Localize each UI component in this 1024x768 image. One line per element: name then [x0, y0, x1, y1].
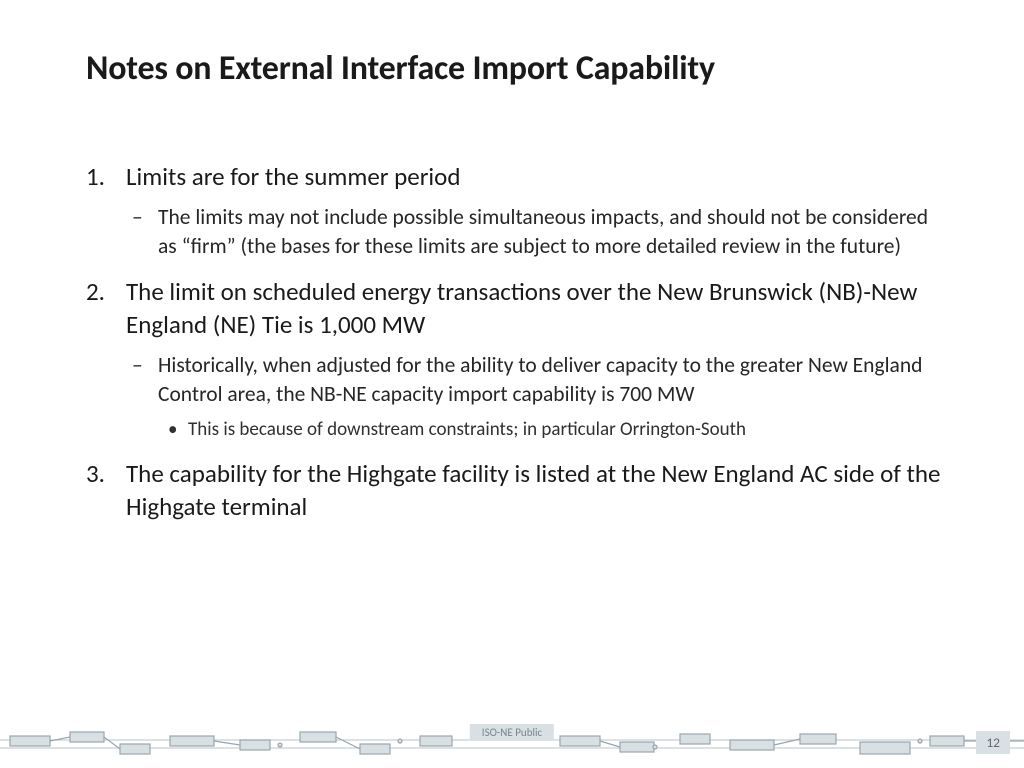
list-item-text: Historically, when adjusted for the abil…	[158, 352, 922, 407]
slide-content: Limits are for the summer period The lim…	[86, 160, 944, 537]
numbered-list: Limits are for the summer period The lim…	[86, 160, 944, 523]
list-item-text: This is because of downstream constraint…	[188, 418, 746, 441]
bullet-list: This is because of downstream constraint…	[158, 417, 944, 443]
list-item-text: The limits may not include possible simu…	[158, 204, 928, 259]
dash-list: The limits may not include possible simu…	[126, 203, 944, 261]
list-item: Limits are for the summer period The lim…	[86, 160, 944, 261]
list-item-text: The limit on scheduled energy transactio…	[126, 276, 917, 340]
list-item-text: The capability for the Highgate facility…	[126, 458, 940, 522]
dash-list: Historically, when adjusted for the abil…	[126, 351, 944, 443]
list-item: The limit on scheduled energy transactio…	[86, 275, 944, 443]
slide: Notes on External Interface Import Capab…	[0, 0, 1024, 768]
page-number: 12	[976, 731, 1010, 754]
footer-label: ISO-NE Public	[470, 724, 554, 741]
list-item: Historically, when adjusted for the abil…	[126, 351, 944, 443]
list-item: The limits may not include possible simu…	[126, 203, 944, 261]
list-item: The capability for the Highgate facility…	[86, 457, 944, 523]
list-item-text: Limits are for the summer period	[126, 161, 460, 192]
list-item: This is because of downstream constraint…	[158, 417, 944, 443]
slide-title: Notes on External Interface Import Capab…	[86, 48, 944, 89]
